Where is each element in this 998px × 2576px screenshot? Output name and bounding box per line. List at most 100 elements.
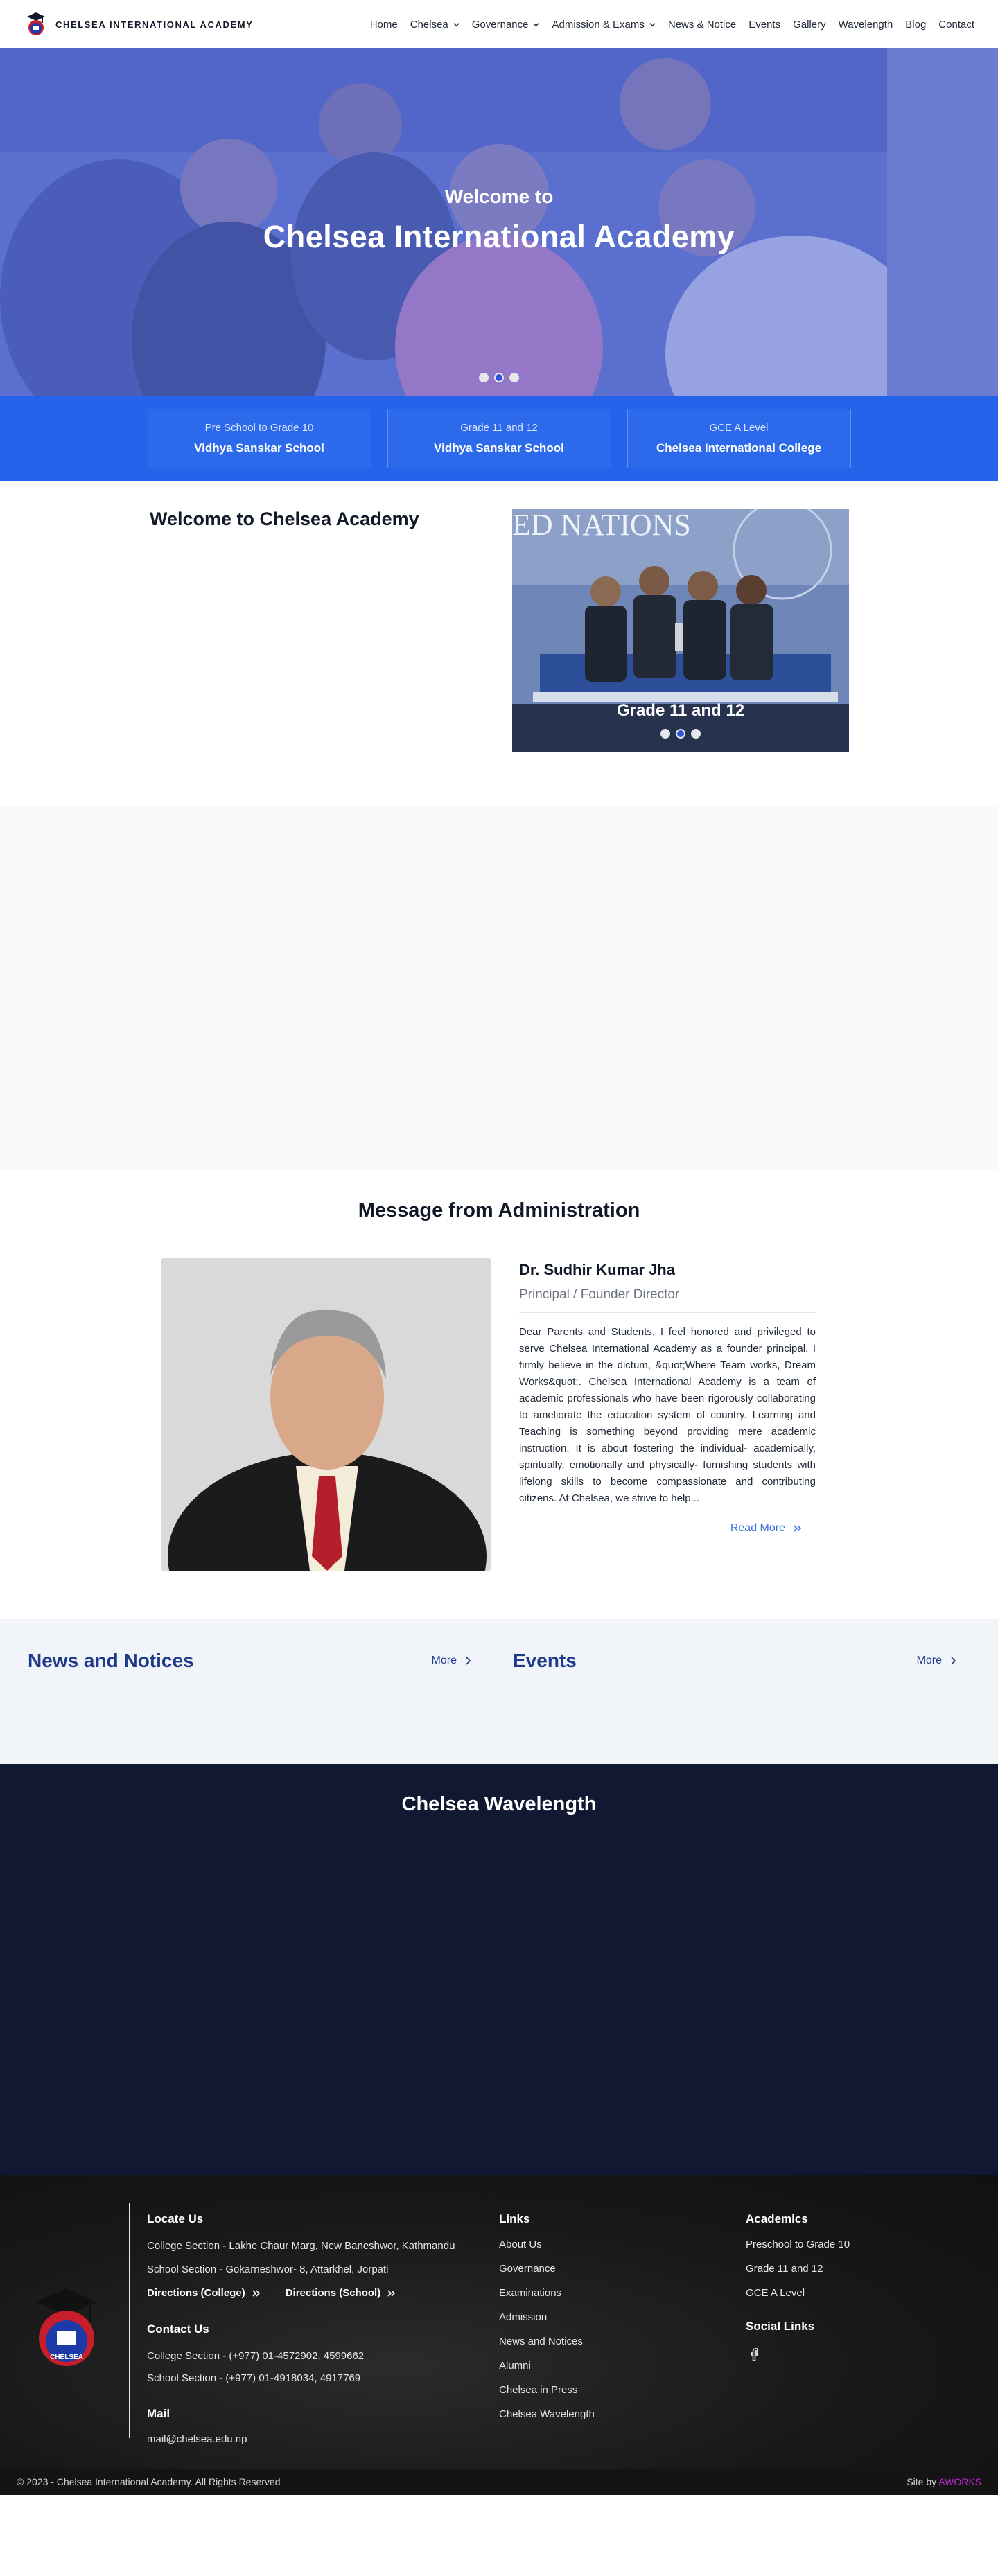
news-more-link[interactable]: More <box>432 1655 485 1667</box>
news-events-section: News and Notices More Events More <box>0 1619 998 1764</box>
hero-dots <box>0 373 998 382</box>
nav-label: News & Notice <box>667 18 737 30</box>
welcome-title: Welcome to Chelsea Academy <box>150 509 419 529</box>
aworks-link[interactable]: AWORKS <box>938 2476 981 2487</box>
chevron-down-icon <box>533 22 540 26</box>
level-card-grade-11-12[interactable]: Grade 11 and 12 Vidhya Sanskar School <box>387 409 611 468</box>
footer-link-press[interactable]: Chelsea in Press <box>499 2384 665 2396</box>
level-card-preschool[interactable]: Pre School to Grade 10 Vidhya Sanskar Sc… <box>147 409 371 468</box>
mail-heading: Mail <box>147 2407 170 2420</box>
nav-label: Governance <box>471 18 529 30</box>
hero-dot-3[interactable] <box>509 373 519 382</box>
school-address: School Section - Gokarneshwor- 8, Attark… <box>147 2264 389 2275</box>
message-body: Dr. Sudhir Kumar Jha Principal / Founder… <box>519 1258 816 1571</box>
events-title: Events <box>513 1650 577 1671</box>
hero-dot-1[interactable] <box>479 373 489 382</box>
footer-link-wavelength[interactable]: Chelsea Wavelength <box>499 2408 665 2420</box>
hero-dot-2[interactable] <box>494 373 504 382</box>
events-more-link[interactable]: More <box>917 1655 970 1667</box>
admin-message-section: Message from Administration Dr. Sudhir K… <box>0 1170 998 1619</box>
level-school: Vidhya Sanskar School <box>434 441 564 455</box>
hero-title: Chelsea International Academy <box>263 219 735 254</box>
principal-role: Principal / Founder Director <box>519 1287 680 1302</box>
brand[interactable]: CHELSEA INTERNATIONAL ACADEMY <box>26 12 253 37</box>
footer-academics: Academics Preschool to Grade 10 Grade 11… <box>746 2212 926 2366</box>
message-heading: Message from Administration <box>358 1199 640 1221</box>
footer-locate: Locate Us College Section - Lakhe Chaur … <box>147 2212 466 2458</box>
nav-label: Home <box>369 18 398 30</box>
empty-section <box>0 806 998 1170</box>
nav-label: Admission & Exams <box>552 18 645 30</box>
school-levels: Pre School to Grade 10 Vidhya Sanskar Sc… <box>0 396 998 481</box>
message-text: Dear Parents and Students, I feel honore… <box>519 1326 816 1504</box>
nav-wavelength[interactable]: Wavelength <box>839 19 893 30</box>
site-footer: CHELSEA Locate Us College Section - Lakh… <box>0 2175 998 2495</box>
footer-link-alumni[interactable]: Alumni <box>499 2360 665 2372</box>
directions-college-link[interactable]: Directions (College) <box>147 2287 261 2299</box>
footer-link-admission[interactable]: Admission <box>499 2311 665 2323</box>
carousel-dots <box>512 729 849 739</box>
nav-label: Blog <box>905 18 927 30</box>
footer-link-news[interactable]: News and Notices <box>499 2336 665 2347</box>
footer-inner: CHELSEA Locate Us College Section - Lakh… <box>0 2175 998 2495</box>
nav-gallery[interactable]: Gallery <box>793 19 826 30</box>
dir-label: Directions (School) <box>285 2287 381 2299</box>
carousel-dot-2[interactable] <box>676 729 685 739</box>
news-column: News and Notices More <box>28 1647 485 1675</box>
footer-academic-gce[interactable]: GCE A Level <box>746 2287 926 2299</box>
events-column: Events More <box>513 1647 970 1675</box>
footer-link-examinations[interactable]: Examinations <box>499 2287 665 2299</box>
college-address: College Section - Lakhe Chaur Marg, New … <box>147 2240 455 2252</box>
brand-name: CHELSEA INTERNATIONAL ACADEMY <box>55 19 254 30</box>
footer-link-about[interactable]: About Us <box>499 2239 665 2250</box>
divider <box>519 1312 816 1313</box>
facebook-icon[interactable] <box>746 2346 762 2363</box>
links-heading: Links <box>499 2212 530 2225</box>
principal-photo <box>161 1258 491 1571</box>
site-by-label: Site by <box>907 2476 937 2487</box>
double-chevron-right-icon <box>794 1525 802 1532</box>
principal-name: Dr. Sudhir Kumar Jha <box>519 1261 675 1278</box>
footer-academic-grade-11-12[interactable]: Grade 11 and 12 <box>746 2263 926 2275</box>
footer-links: Links About Us Governance Examinations A… <box>499 2212 665 2433</box>
nav-home[interactable]: Home <box>370 19 398 30</box>
more-label: More <box>431 1655 457 1666</box>
level-grade: Grade 11 and 12 <box>460 422 538 434</box>
nav-news-notice[interactable]: News & Notice <box>668 19 736 30</box>
welcome-section: Welcome to Chelsea Academy ED NATIONS Gr… <box>0 481 998 806</box>
nav-label: Contact <box>938 18 974 30</box>
un-banner-text: ED NATIONS <box>512 509 691 542</box>
nav-blog[interactable]: Blog <box>905 19 926 30</box>
nav-admission-exams[interactable]: Admission & Exams <box>552 18 656 30</box>
nav-label: Events <box>748 18 781 30</box>
footer-academic-preschool[interactable]: Preschool to Grade 10 <box>746 2239 926 2250</box>
hero-text: Welcome to Chelsea International Academy <box>0 186 998 255</box>
message-row: Dr. Sudhir Kumar Jha Principal / Founder… <box>161 1258 998 1571</box>
level-card-gce-a-level[interactable]: GCE A Level Chelsea International Colleg… <box>627 409 851 468</box>
carousel-dot-3[interactable] <box>691 729 701 739</box>
copyright-bar: © 2023 - Chelsea International Academy. … <box>0 2469 998 2495</box>
academy-logo-icon <box>27 12 45 35</box>
carousel-dot-1[interactable] <box>660 729 670 739</box>
nav-chelsea[interactable]: Chelsea <box>410 19 459 30</box>
directions-row: Directions (College) Directions (School) <box>147 2287 466 2299</box>
footer-link-governance[interactable]: Governance <box>499 2263 665 2275</box>
contact-heading: Contact Us <box>147 2322 209 2336</box>
read-more-link[interactable]: Read More <box>519 1522 816 1535</box>
chevron-down-icon <box>453 22 459 26</box>
level-school: Vidhya Sanskar School <box>194 441 324 455</box>
nav-contact[interactable]: Contact <box>938 19 974 30</box>
hero-slider: Welcome to Chelsea International Academy <box>0 48 998 396</box>
wavelength-section: Chelsea Wavelength <box>0 1764 998 2175</box>
nav-governance[interactable]: Governance <box>472 19 540 30</box>
welcome-carousel[interactable]: ED NATIONS Grade 11 and 12 <box>512 509 849 752</box>
directions-school-link[interactable]: Directions (School) <box>286 2287 396 2299</box>
double-chevron-right-icon <box>252 2289 260 2297</box>
wavelength-title: Chelsea Wavelength <box>401 1793 597 1815</box>
footer-divider <box>129 2203 130 2438</box>
mail-link[interactable]: mail@chelsea.edu.np <box>147 2433 466 2445</box>
carousel-caption: Grade 11 and 12 <box>616 701 745 720</box>
chevron-down-icon <box>649 22 656 26</box>
principal-portrait <box>161 1258 491 1571</box>
nav-events[interactable]: Events <box>748 19 780 30</box>
